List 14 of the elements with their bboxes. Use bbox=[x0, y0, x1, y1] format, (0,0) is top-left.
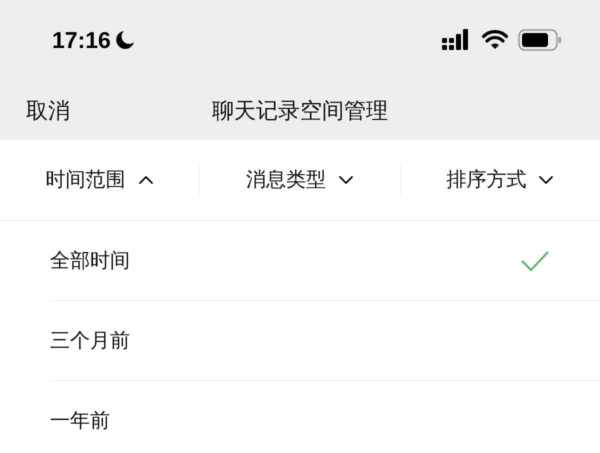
chevron-down-icon bbox=[538, 173, 554, 187]
page-title: 聊天记录空间管理 bbox=[212, 96, 388, 124]
battery-icon bbox=[518, 29, 562, 51]
filter-tab[interactable]: 时间范围 bbox=[46, 165, 154, 195]
filter-tab[interactable]: 排序方式 bbox=[446, 165, 554, 195]
filter-tab[interactable]: 消息类型 bbox=[246, 165, 354, 195]
chevron-down-icon bbox=[338, 173, 354, 187]
option-row[interactable]: 三个月前 bbox=[50, 301, 600, 381]
option-row[interactable]: 一年前 bbox=[50, 381, 600, 453]
wifi-icon bbox=[482, 30, 508, 50]
option-row[interactable]: 全部时间 bbox=[50, 221, 600, 301]
chevron-up-icon bbox=[138, 173, 154, 187]
status-time: 17:16 bbox=[52, 26, 111, 55]
cancel-button[interactable]: 取消 bbox=[26, 94, 70, 126]
